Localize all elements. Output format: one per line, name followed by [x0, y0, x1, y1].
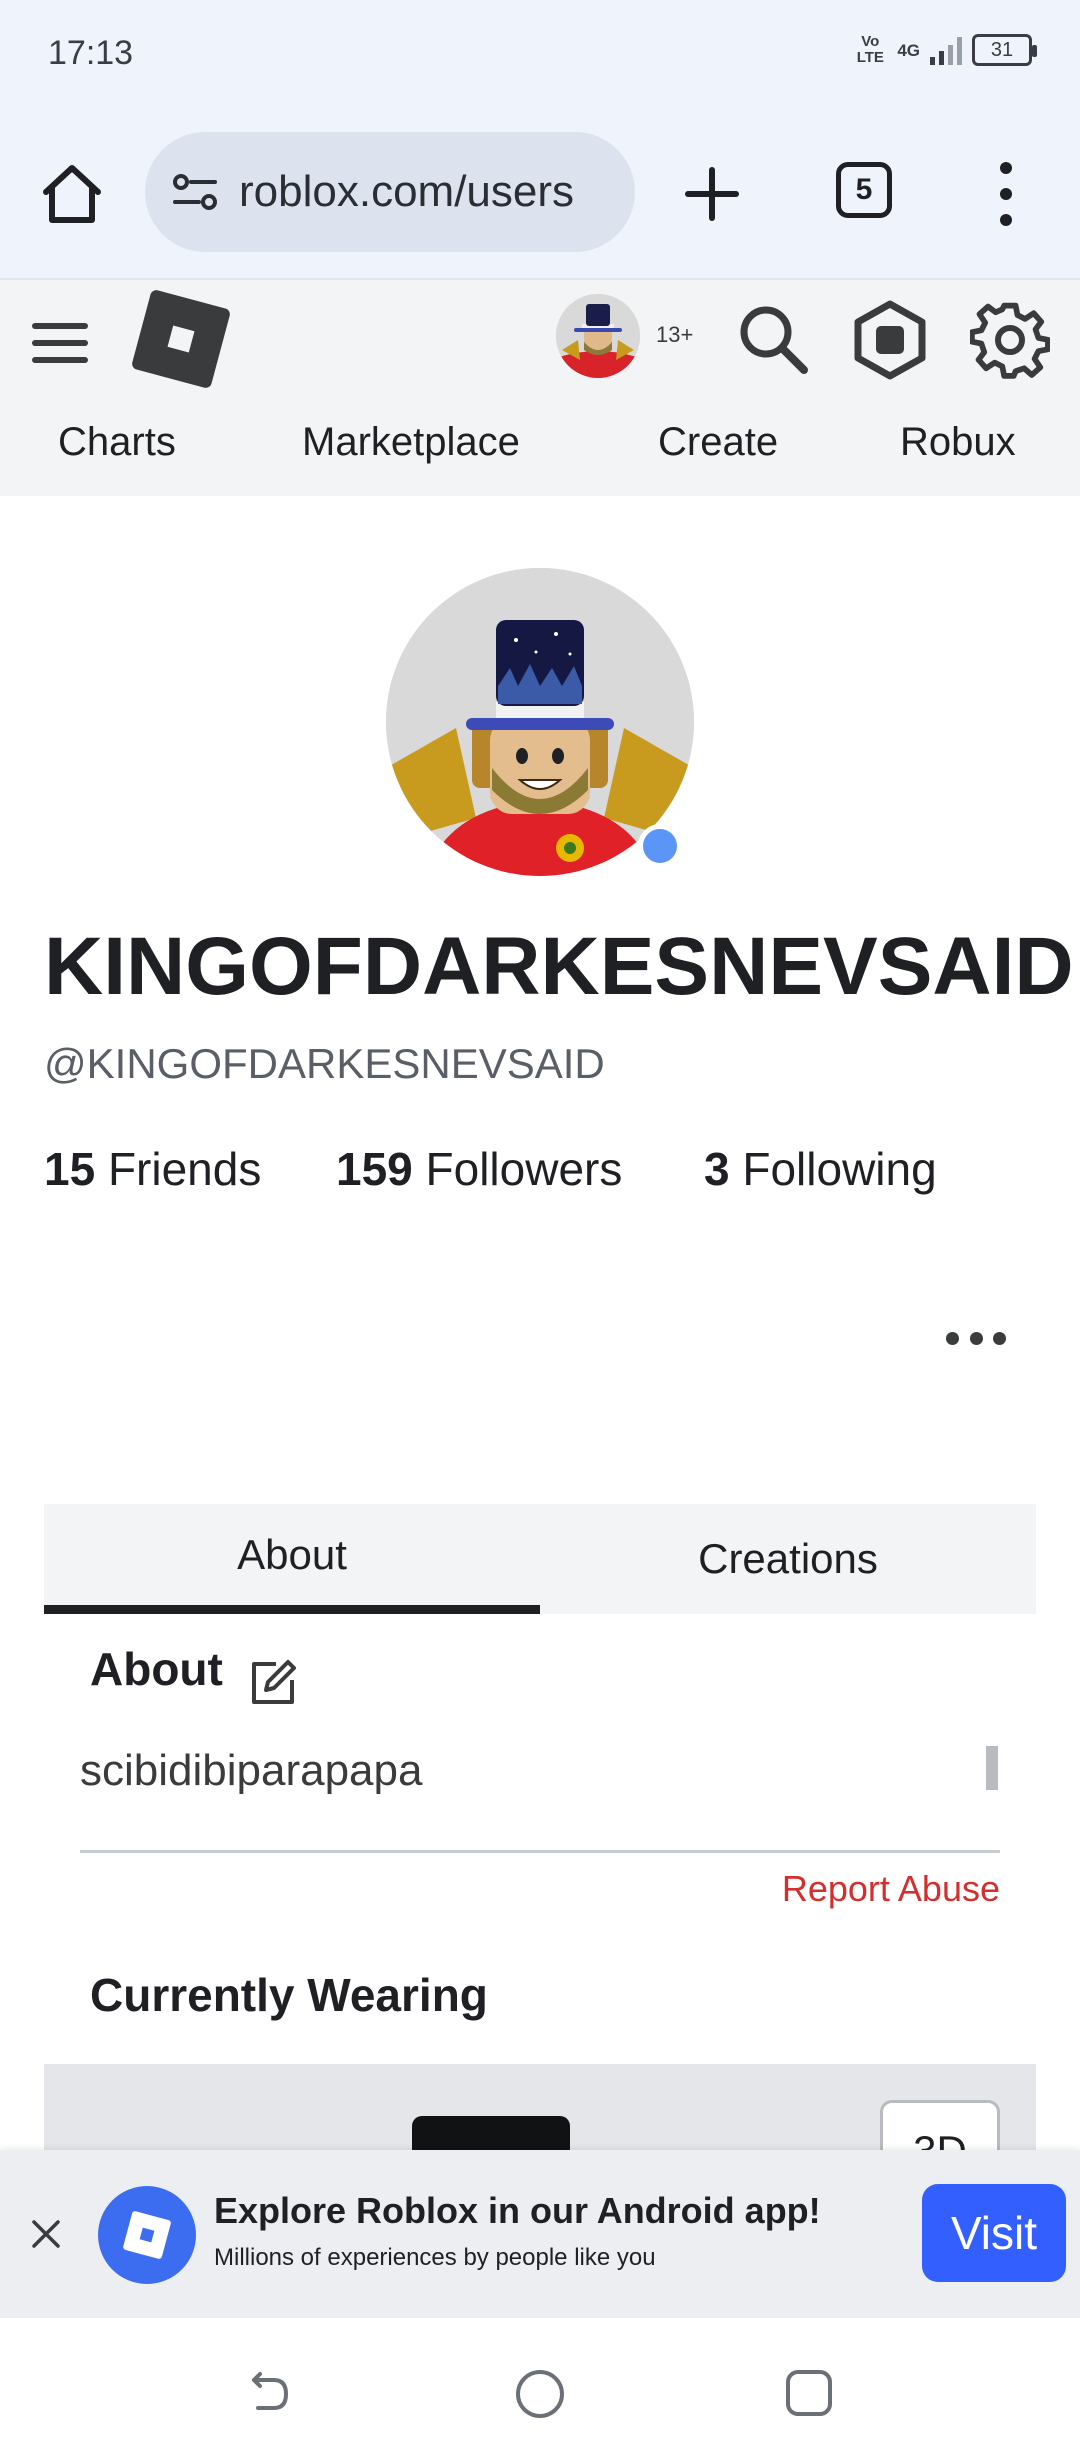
volte-indicator: Vo LTE: [856, 33, 884, 66]
home-nav-icon[interactable]: [516, 2370, 564, 2418]
roblox-app-logo-icon: [98, 2186, 196, 2284]
tab-count: 5: [855, 173, 873, 206]
visit-button[interactable]: Visit: [922, 2184, 1066, 2282]
avatar-thumbnail-icon: [556, 294, 640, 378]
battery-level: 31: [990, 38, 1014, 61]
roblox-header: 13+ Charts Marketplace Create Robux: [0, 278, 1080, 496]
profile-display-name: KINGOFDARKESNEVSAID: [44, 921, 1074, 1012]
hamburger-menu-icon[interactable]: [32, 318, 88, 368]
profile-tabs: About Creations: [44, 1504, 1036, 1614]
nav-marketplace[interactable]: Marketplace: [302, 420, 520, 465]
back-icon[interactable]: [244, 2370, 292, 2418]
following-stat[interactable]: 3 Following: [704, 1142, 937, 1196]
new-tab-icon[interactable]: [680, 162, 744, 226]
friends-stat[interactable]: 15 Friends: [44, 1142, 261, 1196]
network-type: 4G: [897, 40, 920, 60]
top-nav: Charts Marketplace Create Robux: [0, 420, 1080, 480]
signal-icon: [930, 35, 962, 65]
about-description: scibidibiparapapa: [80, 1746, 423, 1795]
currently-wearing-heading: Currently Wearing: [90, 1969, 488, 2021]
header-avatar[interactable]: [556, 294, 640, 378]
profile-username: @KINGOFDARKESNEVSAID: [44, 1040, 605, 1087]
roblox-logo-icon[interactable]: [130, 288, 232, 390]
report-abuse-link[interactable]: Report Abuse: [782, 1868, 1000, 1910]
followers-stat[interactable]: 159 Followers: [336, 1142, 622, 1196]
browser-toolbar: roblox.com/users 5: [0, 110, 1080, 278]
status-time: 17:13: [48, 34, 134, 72]
nav-robux[interactable]: Robux: [900, 420, 1016, 465]
tab-creations[interactable]: Creations: [540, 1504, 1036, 1614]
app-promo-banner: Explore Roblox in our Android app! Milli…: [0, 2150, 1080, 2318]
close-icon[interactable]: [30, 2218, 62, 2250]
online-status-dot: [638, 824, 682, 868]
more-options-icon[interactable]: [946, 1328, 1006, 1348]
site-settings-icon[interactable]: [169, 166, 221, 218]
banner-title: Explore Roblox in our Android app!: [214, 2190, 821, 2231]
battery-icon: 31: [972, 34, 1037, 66]
nav-create[interactable]: Create: [658, 420, 778, 465]
about-divider: [80, 1850, 1000, 1853]
tab-switcher-button[interactable]: 5: [836, 162, 892, 218]
banner-subtitle: Millions of experiences by people like y…: [214, 2244, 656, 2271]
android-navigation-bar: [0, 2318, 1080, 2460]
settings-gear-icon[interactable]: [970, 300, 1050, 380]
currently-wearing-panel: 3D: [44, 2064, 1036, 2164]
about-heading: About: [90, 1643, 223, 1695]
tab-about[interactable]: About: [44, 1504, 540, 1614]
nav-charts[interactable]: Charts: [58, 420, 176, 465]
edit-icon[interactable]: [246, 1656, 300, 1710]
home-icon[interactable]: [38, 160, 106, 228]
browser-menu-icon[interactable]: [994, 162, 1018, 226]
address-bar[interactable]: roblox.com/users: [145, 132, 635, 252]
description-scrollbar[interactable]: [986, 1746, 998, 1790]
age-badge: 13+: [656, 322, 694, 347]
robux-icon[interactable]: [850, 300, 930, 380]
status-icons: Vo LTE 4G 31: [853, 33, 1037, 66]
status-bar: 17:13 Vo LTE 4G 31: [0, 0, 1080, 110]
url-text[interactable]: roblox.com/users: [239, 167, 574, 217]
profile-avatar-container: [386, 568, 694, 876]
search-icon[interactable]: [734, 300, 814, 380]
recents-icon[interactable]: [786, 2370, 832, 2416]
